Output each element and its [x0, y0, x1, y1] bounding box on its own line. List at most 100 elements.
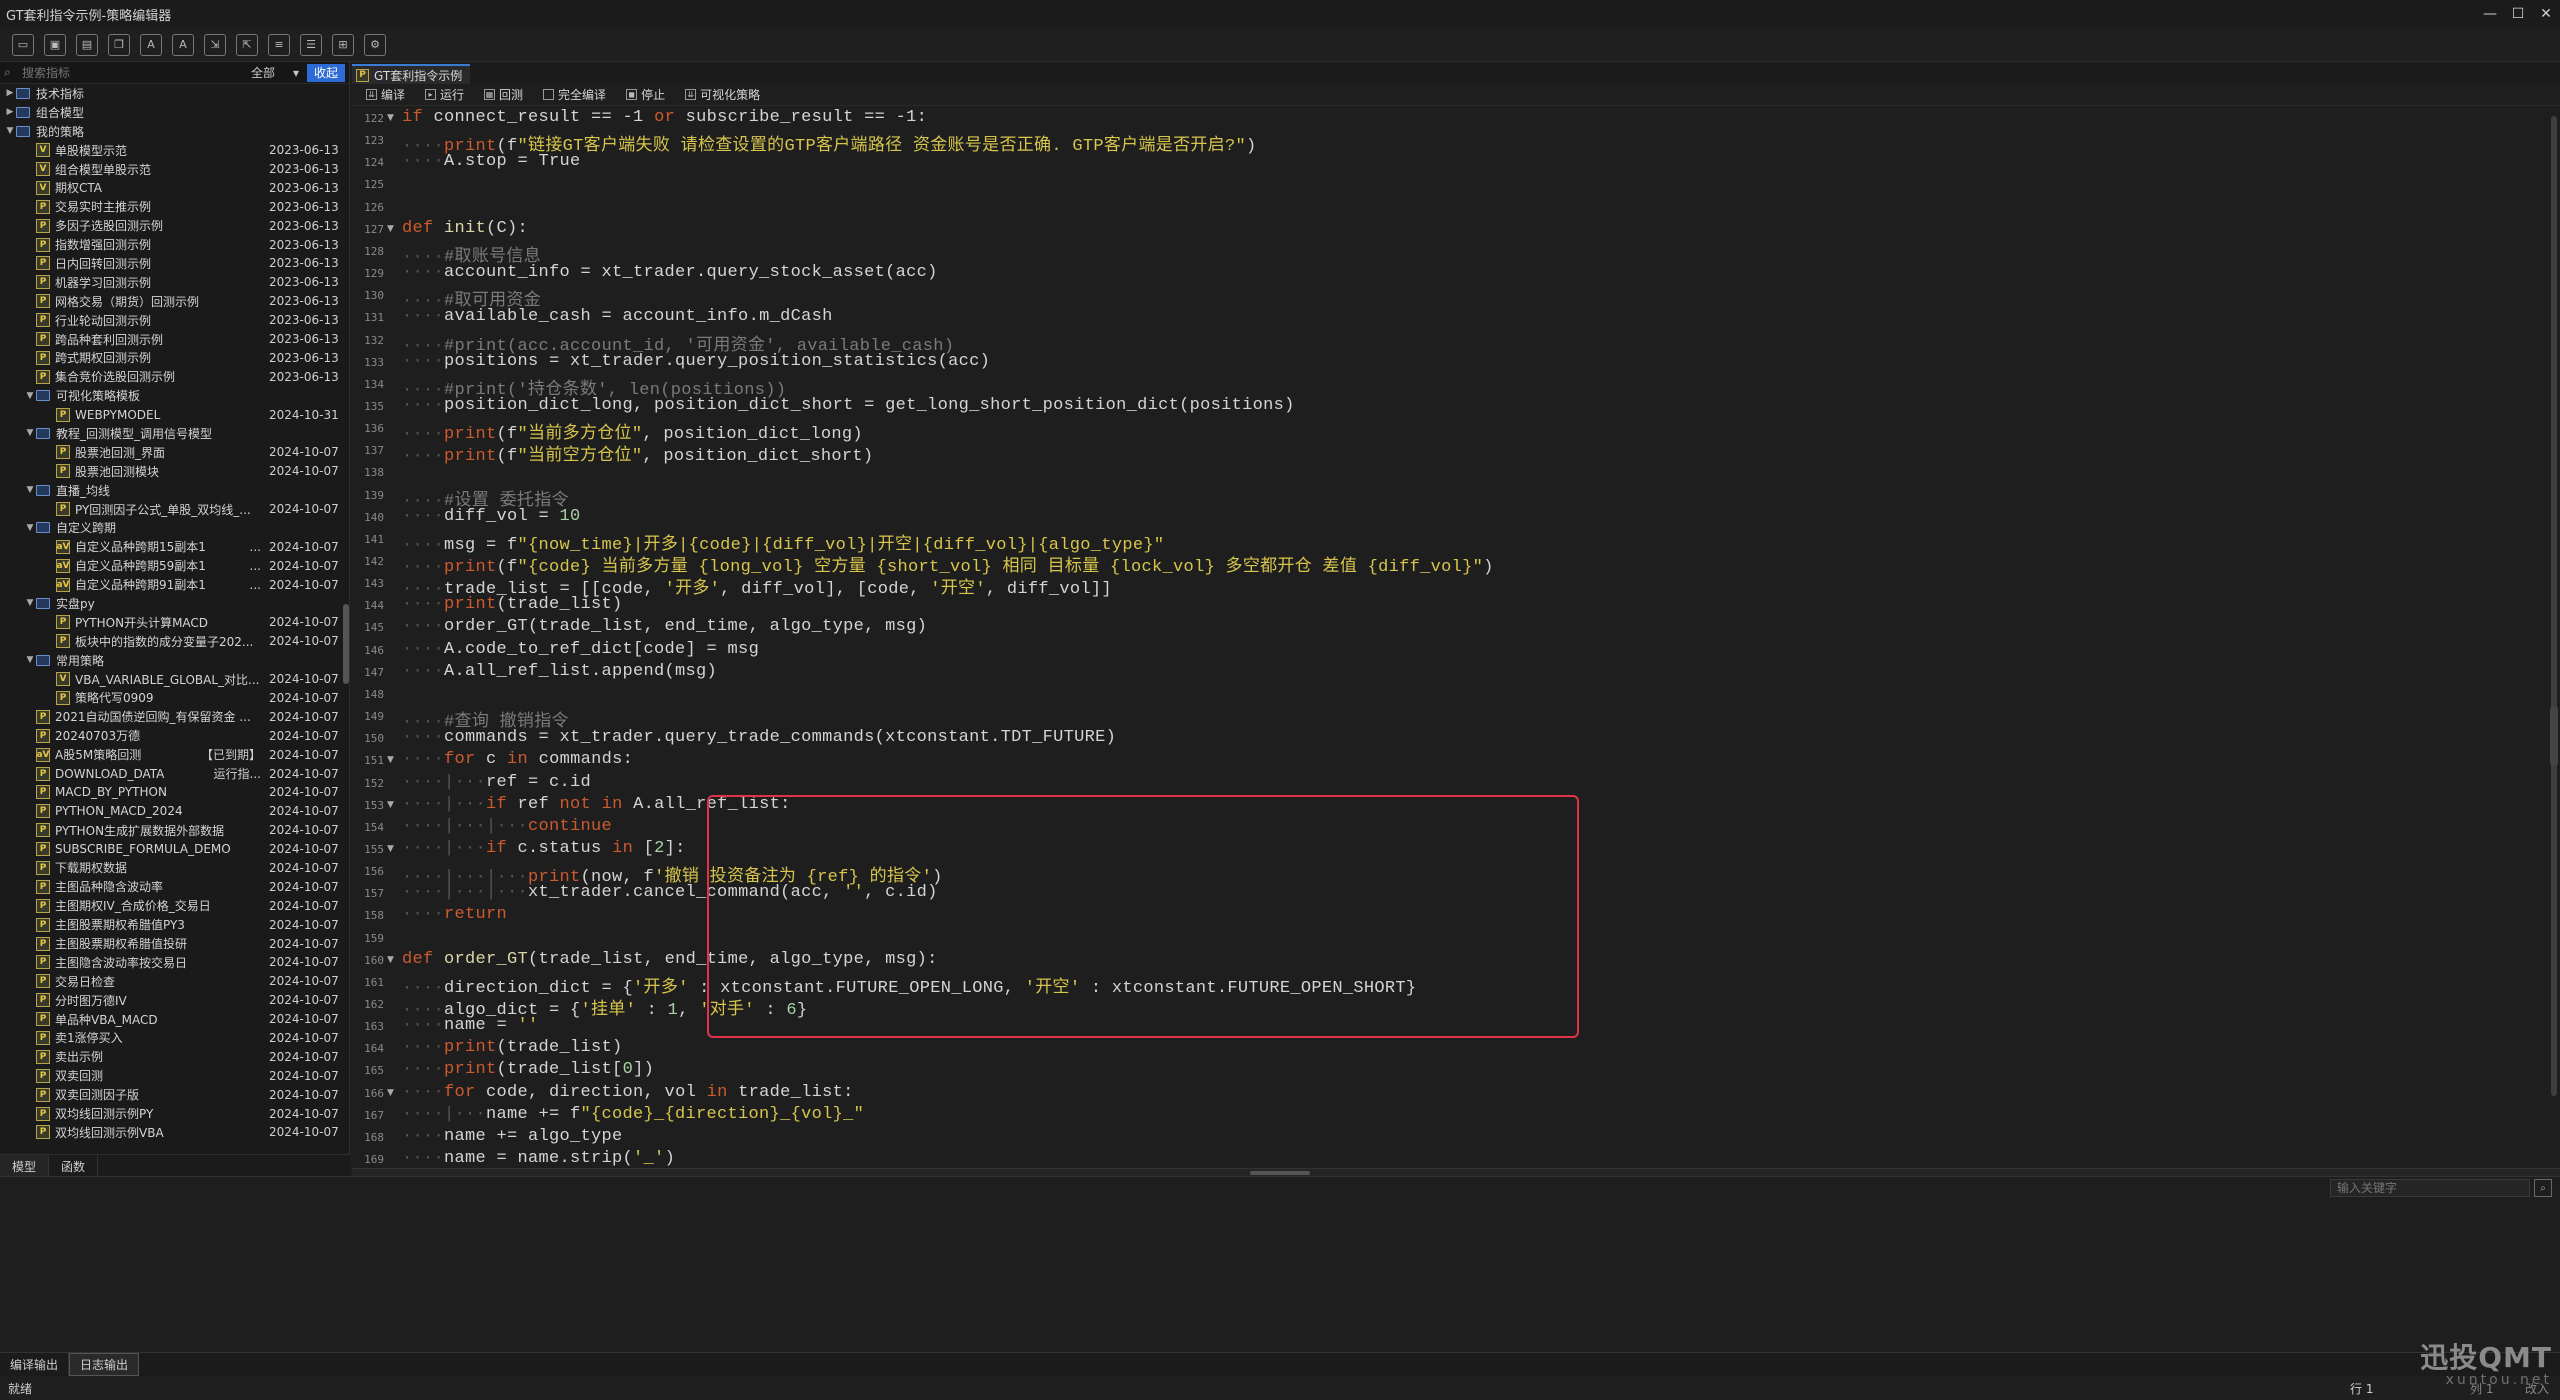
export-icon[interactable]: ⇱ — [236, 33, 258, 56]
expand-arrow-icon[interactable]: ▼ — [24, 655, 36, 665]
editor-output-splitter[interactable] — [352, 1168, 2560, 1176]
tab-compile-output[interactable]: 编译输出 — [0, 1353, 70, 1376]
tree-folder[interactable]: ▼ 自定义跨期 — [0, 518, 349, 537]
font-decrease-icon[interactable]: A — [140, 33, 162, 56]
tree-item[interactable]: P 交易日检查 2024-10-07 — [0, 972, 349, 991]
tree-folder[interactable]: ▼ 常用策略 — [0, 651, 349, 670]
category-filter-select[interactable]: 全部 ▾ — [247, 63, 303, 82]
fold-toggle-icon[interactable]: ▼ — [387, 955, 394, 965]
tree-folder[interactable]: ▼ 可视化策略模板 — [0, 386, 349, 405]
tree-folder[interactable]: ▼ 直播_均线 — [0, 481, 349, 500]
tree-item[interactable]: P 股票池回测_界面 2024-10-07 — [0, 443, 349, 462]
expand-arrow-icon[interactable]: ▶ — [4, 88, 16, 98]
tree-item[interactable]: P 多因子选股回测示例 2023-06-13 — [0, 216, 349, 235]
fold-toggle-icon[interactable]: ▼ — [387, 1088, 394, 1098]
font-increase-icon[interactable]: A — [172, 33, 194, 56]
tree-item[interactable]: aV 自定义品种跨期59副本1... 2024-10-07 — [0, 556, 349, 575]
backtest-button[interactable]: ▦ 回测 — [484, 86, 523, 103]
visual-strategy-button[interactable]: ⇊ 可视化策略 — [685, 86, 760, 103]
tree-item[interactable]: P 双卖回测因子版 2024-10-07 — [0, 1085, 349, 1104]
tree-item[interactable]: V 期权CTA 2023-06-13 — [0, 178, 349, 197]
tree-item[interactable]: P 卖出示例 2024-10-07 — [0, 1047, 349, 1066]
full-compile-button[interactable]: 完全编译 — [543, 86, 606, 103]
doc-settings-icon[interactable]: ⚙ — [364, 33, 386, 56]
expand-arrow-icon[interactable]: ▼ — [24, 598, 36, 608]
tree-item[interactable]: P 双卖回测 2024-10-07 — [0, 1066, 349, 1085]
tree-item[interactable]: P 板块中的指数的成分变量子202... 2024-10-07 — [0, 632, 349, 651]
tree-item[interactable]: P 卖1涨停买入 2024-10-07 — [0, 1029, 349, 1048]
tree-item[interactable]: P 网格交易（期货）回测示例 2023-06-13 — [0, 292, 349, 311]
keyword-search-input[interactable] — [2330, 1179, 2530, 1197]
compile-button[interactable]: ⇊ 编译 — [366, 86, 405, 103]
tree-item[interactable]: P 主图品种隐含波动率 2024-10-07 — [0, 877, 349, 896]
tab-log-output[interactable]: 日志输出 — [69, 1353, 140, 1376]
import-icon[interactable]: ⇲ — [204, 33, 226, 56]
tree-item[interactable]: P 双均线回测示例PY 2024-10-07 — [0, 1104, 349, 1123]
tree-item[interactable]: P 跨式期权回测示例 2023-06-13 — [0, 348, 349, 367]
tree-item[interactable]: P 主图股票期权希腊值投研 2024-10-07 — [0, 934, 349, 953]
editor-tab-active[interactable]: P GT套利指令示例 — [352, 64, 471, 84]
keyword-search-button[interactable]: ⌕ — [2534, 1179, 2552, 1197]
tree-item[interactable]: P 策略代写0909 2024-10-07 — [0, 689, 349, 708]
save-as-icon[interactable]: ▤ — [76, 33, 98, 56]
fold-toggle-icon[interactable]: ▼ — [387, 844, 394, 854]
tree-item[interactable]: V VBA_VARIABLE_GLOBAL_对比... 2024-10-07 — [0, 670, 349, 689]
fold-toggle-icon[interactable]: ▼ — [387, 113, 394, 123]
tab-model[interactable]: 模型 — [0, 1155, 50, 1177]
tree-item[interactable]: P DOWNLOAD_DATA 运行指... 2024-10-07 — [0, 764, 349, 783]
expand-arrow-icon[interactable]: ▼ — [24, 391, 36, 401]
tree-item[interactable]: P PYTHON开头计算MACD 2024-10-07 — [0, 613, 349, 632]
minimize-icon[interactable]: — — [2476, 0, 2504, 28]
fold-toggle-icon[interactable]: ▼ — [387, 224, 394, 234]
tree-item[interactable]: P 主图隐含波动率按交易日 2024-10-07 — [0, 953, 349, 972]
tree-item[interactable]: aV 自定义品种跨期15副本1... 2024-10-07 — [0, 537, 349, 556]
tree-item[interactable]: P 分时图万德IV 2024-10-07 — [0, 991, 349, 1010]
collapse-button[interactable]: 收起 — [307, 63, 345, 82]
tab-function[interactable]: 函数 — [49, 1155, 99, 1177]
tree-item[interactable]: P 行业轮动回测示例 2023-06-13 — [0, 311, 349, 330]
tree-item[interactable]: P MACD_BY_PYTHON 2024-10-07 — [0, 783, 349, 802]
expand-arrow-icon[interactable]: ▼ — [24, 485, 36, 495]
tree-item[interactable]: P 交易实时主推示例 2023-06-13 — [0, 197, 349, 216]
tree-item[interactable]: P PY回测因子公式_单股_双均线_... 2024-10-07 — [0, 500, 349, 519]
fold-toggle-icon[interactable]: ▼ — [387, 755, 394, 765]
tree-folder[interactable]: ▼ 实盘py — [0, 594, 349, 613]
expand-arrow-icon[interactable]: ▼ — [24, 523, 36, 533]
maximize-icon[interactable]: ☐ — [2504, 0, 2532, 28]
tree-item[interactable]: P 指数增强回测示例 2023-06-13 — [0, 235, 349, 254]
code-scrollbar[interactable] — [2548, 106, 2560, 1168]
tree-scrollbar-thumb[interactable] — [343, 604, 349, 684]
strategy-search-input[interactable] — [22, 63, 243, 82]
tree-item[interactable]: P WEBPYMODEL 2024-10-31 — [0, 405, 349, 424]
tree-folder[interactable]: ▼ 教程_回测模型_调用信号模型 — [0, 424, 349, 443]
tree-item[interactable]: P 股票池回测模块 2024-10-07 — [0, 462, 349, 481]
fold-toggle-icon[interactable]: ▼ — [387, 800, 394, 810]
new-file-icon[interactable]: ▭ — [12, 33, 34, 56]
copy-icon[interactable]: ❐ — [108, 33, 130, 56]
tree-item[interactable]: P 主图股票期权希腊值PY3 2024-10-07 — [0, 915, 349, 934]
tree-item[interactable]: V 组合模型单股示范 2023-06-13 — [0, 160, 349, 179]
tree-item[interactable]: aV A股5M策略回测 【已到期】 2024-10-07 — [0, 745, 349, 764]
tree-item[interactable]: P PYTHON_MACD_2024 2024-10-07 — [0, 802, 349, 821]
tree-item[interactable]: aV 自定义品种跨期91副本1... 2024-10-07 — [0, 575, 349, 594]
doc-icon[interactable]: ≡ — [268, 33, 290, 56]
tree-item[interactable]: P 日内回转回测示例 2023-06-13 — [0, 254, 349, 273]
tree-folder[interactable]: ▶ 组合模型 — [0, 103, 349, 122]
close-icon[interactable]: ✕ — [2532, 0, 2560, 28]
tree-item[interactable]: P 跨品种套利回测示例 2023-06-13 — [0, 330, 349, 349]
side-panel-handle[interactable] — [2550, 706, 2558, 766]
save-icon[interactable]: ▣ — [44, 33, 66, 56]
tree-item[interactable]: P 集合竞价选股回测示例 2023-06-13 — [0, 367, 349, 386]
doc-list-icon[interactable]: ☰ — [300, 33, 322, 56]
tree-item[interactable]: P 单品种VBA_MACD 2024-10-07 — [0, 1010, 349, 1029]
expand-arrow-icon[interactable]: ▼ — [24, 428, 36, 438]
tree-item[interactable]: P 2021自动国债逆回购_有保留资金 ... 2024-10-07 — [0, 707, 349, 726]
tree-item[interactable]: P 下载期权数据 2024-10-07 — [0, 859, 349, 878]
tree-folder[interactable]: ▼ 我的策略 — [0, 122, 349, 141]
tree-item[interactable]: P 20240703万德 2024-10-07 — [0, 726, 349, 745]
expand-arrow-icon[interactable]: ▶ — [4, 107, 16, 117]
run-button[interactable]: ▸ 运行 — [425, 86, 464, 103]
tree-item[interactable]: P PYTHON生成扩展数据外部数据 2024-10-07 — [0, 821, 349, 840]
code-scrollbar-thumb[interactable] — [2551, 116, 2557, 1096]
splitter-grip[interactable] — [1250, 1171, 1310, 1175]
